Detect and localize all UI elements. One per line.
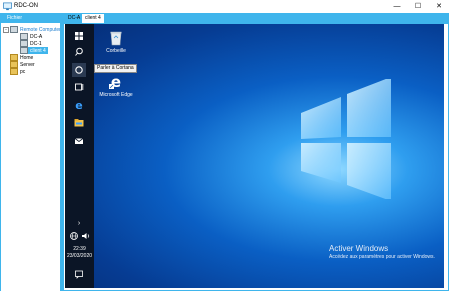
computer-icon	[20, 47, 28, 54]
folder-icon	[10, 68, 18, 75]
tab-dc-a[interactable]: DC-A	[65, 14, 83, 23]
search-icon[interactable]	[72, 45, 86, 59]
clock-time[interactable]: 22:39	[65, 246, 94, 252]
tree-item-dc-1[interactable]: DC-1	[20, 40, 42, 47]
notification-icon[interactable]	[72, 267, 86, 281]
cortana-icon[interactable]	[72, 63, 86, 77]
folder-icon	[10, 54, 18, 61]
menu-bar: Fichier	[1, 13, 60, 23]
window-title: RDC-ON	[14, 3, 38, 9]
recycle-bin-icon	[110, 31, 122, 46]
menu-file[interactable]: Fichier	[7, 14, 22, 22]
tree-group-label: pc	[20, 68, 26, 75]
recycle-bin-shortcut[interactable]: Corbeille	[99, 30, 133, 54]
tree-item-label: client 4	[30, 47, 46, 54]
minimize-button[interactable]: —	[390, 1, 404, 12]
computer-icon	[20, 40, 28, 47]
tree-root-label: Remote Computer	[20, 26, 61, 33]
tree-group-pc[interactable]: pc	[10, 68, 25, 75]
task-view-icon[interactable]	[72, 80, 86, 94]
clock-date[interactable]: 23/03/2020	[65, 253, 94, 259]
collapse-icon[interactable]: −	[3, 26, 9, 33]
session-tabs: DC-A client 4	[63, 13, 449, 23]
tree-group-server[interactable]: Server	[10, 61, 35, 68]
close-button[interactable]: ✕	[432, 1, 446, 12]
connection-tree: − Remote Computer DC-A DC-1 client 4 Home…	[1, 23, 61, 290]
window-titlebar: RDC-ON — ☐ ✕	[0, 0, 449, 13]
taskbar: e › 22:39 23/03/2020	[65, 24, 94, 288]
tab-client-4[interactable]: client 4	[82, 14, 104, 23]
tree-item-dc-a[interactable]: DC-A	[20, 33, 42, 40]
cortana-tooltip: Parler à Cortana	[94, 64, 137, 73]
start-button[interactable]	[72, 29, 86, 43]
volume-icon[interactable]	[79, 229, 93, 243]
edge-icon[interactable]: e	[72, 98, 86, 112]
app-icon	[3, 2, 12, 11]
windows-logo	[301, 79, 391, 199]
mail-icon[interactable]	[72, 134, 86, 148]
remote-desktop[interactable]: e › 22:39 23/03/2020 Corbeille e Microso…	[65, 24, 444, 288]
svg-text:e: e	[75, 99, 82, 112]
tree-group-label: Server	[20, 61, 35, 68]
activation-subtitle: Accédez aux paramètres pour activer Wind…	[329, 254, 435, 260]
tree-item-label: DC-A	[30, 33, 43, 40]
tree-item-client-4[interactable]: client 4	[20, 47, 48, 54]
edge-shortcut[interactable]: e Microsoft Edge	[95, 73, 137, 98]
computer-icon	[10, 26, 18, 33]
recycle-bin-label: Corbeille	[106, 48, 126, 54]
file-explorer-icon[interactable]	[72, 116, 86, 130]
edge-label: Microsoft Edge	[99, 92, 133, 98]
maximize-button[interactable]: ☐	[411, 1, 425, 12]
activation-watermark: Activer Windows Accédez aux paramètres p…	[329, 244, 439, 260]
folder-icon	[10, 61, 18, 68]
tree-group-label: Home	[20, 54, 34, 61]
tree-item-label: DC-1	[30, 40, 42, 47]
activation-title: Activer Windows	[329, 244, 389, 253]
computer-icon	[20, 33, 28, 40]
tree-group-home[interactable]: Home	[10, 54, 33, 61]
tree-root[interactable]: − Remote Computer	[3, 26, 61, 33]
edge-icon: e	[109, 73, 121, 91]
